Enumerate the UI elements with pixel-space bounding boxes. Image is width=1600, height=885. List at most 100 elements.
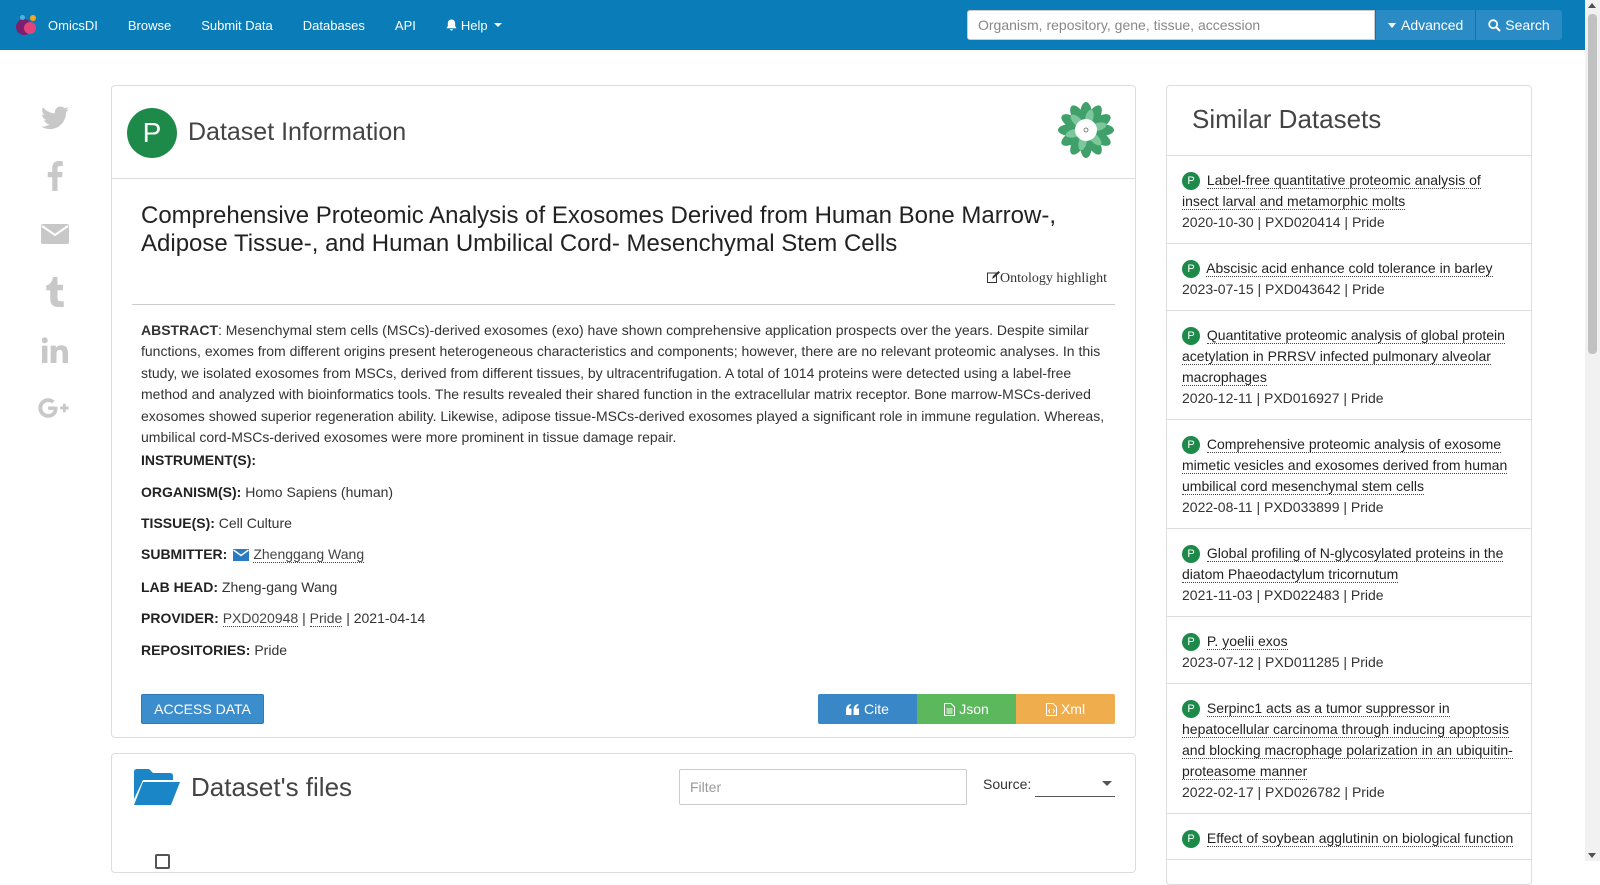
search-input[interactable]	[967, 10, 1375, 40]
file-code-icon	[1045, 702, 1057, 716]
similar-item-link[interactable]: Label-free quantitative proteomic analys…	[1182, 172, 1481, 210]
repositories-label: REPOSITORIES:	[141, 642, 251, 658]
similar-item-meta: 2022-08-11 | PXD033899 | Pride	[1182, 499, 1384, 515]
similar-item-link[interactable]: Global profiling of N-glycosylated prote…	[1182, 545, 1504, 583]
scroll-down-arrow-icon[interactable]	[1588, 853, 1596, 858]
chevron-down-icon	[1102, 781, 1112, 786]
xml-button[interactable]: Xml	[1016, 694, 1115, 724]
linkedin-icon[interactable]	[38, 330, 72, 370]
select-all-checkbox[interactable]	[155, 854, 170, 869]
search-bar: Advanced Search	[967, 10, 1562, 40]
cite-button[interactable]: Cite	[818, 694, 917, 724]
bell-icon	[446, 19, 457, 31]
source-select[interactable]	[1035, 771, 1115, 797]
email-icon[interactable]	[38, 214, 72, 254]
instrument-label: INSTRUMENT(S):	[141, 452, 257, 468]
similar-item: P Effect of soybean agglutinin on biolog…	[1167, 814, 1531, 860]
repository-badge: P	[1182, 700, 1200, 719]
json-button[interactable]: Json	[917, 694, 1016, 724]
similar-item: P Abscisic acid enhance cold tolerance i…	[1167, 244, 1531, 311]
repository-badge: P	[1182, 436, 1200, 455]
top-navbar: OmicsDI Browse Submit Data Databases API…	[0, 0, 1585, 50]
tissue-label: TISSUE(S):	[141, 515, 215, 531]
similar-item-meta: 2023-07-12 | PXD011285 | Pride	[1182, 654, 1384, 670]
scrollbar-thumb[interactable]	[1588, 14, 1597, 354]
chevron-down-icon	[493, 23, 502, 27]
cite-label: Cite	[864, 701, 889, 717]
similar-list: P Label-free quantitative proteomic anal…	[1167, 156, 1531, 860]
lab-head-label: LAB HEAD:	[141, 579, 218, 595]
search-icon	[1488, 18, 1501, 32]
abstract-label: ABSTRACT	[141, 322, 218, 338]
nav-databases[interactable]: Databases	[303, 18, 365, 33]
provider-accession-link[interactable]: PXD020948	[222, 610, 299, 627]
twitter-icon[interactable]	[38, 98, 72, 138]
panel-title: Dataset Information	[188, 118, 407, 146]
flower-badge-icon	[1058, 102, 1114, 158]
title-divider	[132, 304, 1115, 305]
similar-item-link[interactable]: P. yoelii exos	[1206, 633, 1288, 650]
source-label: Source:	[983, 776, 1032, 792]
similar-item-link[interactable]: Comprehensive proteomic analysis of exos…	[1182, 436, 1508, 495]
edit-icon	[987, 271, 1001, 283]
submitter-label: SUBMITTER:	[141, 546, 228, 562]
access-data-button[interactable]: ACCESS DATA	[141, 694, 264, 724]
repository-badge: P	[1182, 633, 1200, 652]
separator: |	[346, 610, 350, 626]
omicsdi-logo-icon	[14, 13, 40, 37]
search-label: Search	[1505, 17, 1550, 33]
dataset-files-panel: Dataset's files Source:	[111, 753, 1136, 873]
ontology-label: Ontology highlight	[1000, 271, 1107, 286]
folder-open-icon	[134, 769, 180, 805]
provider-date: 2021-04-14	[353, 610, 426, 626]
repository-badge: P	[1182, 327, 1200, 346]
page-scrollbar[interactable]	[1585, 0, 1600, 861]
help-label: Help	[460, 17, 488, 33]
provider-field: PROVIDER: PXD020948 | Pride | 2021-04-14	[141, 610, 426, 627]
repositories-field: REPOSITORIES: Pride	[141, 642, 287, 658]
ontology-highlight-toggle[interactable]: Ontology highlight	[987, 271, 1107, 287]
export-button-group: Cite Json Xml	[818, 694, 1115, 724]
brand-name: OmicsDI	[48, 17, 98, 33]
nav-api[interactable]: API	[395, 18, 416, 33]
search-button[interactable]: Search	[1475, 10, 1562, 40]
tissue-field: TISSUE(S): Cell Culture	[141, 515, 292, 531]
facebook-icon[interactable]	[38, 156, 72, 196]
brand[interactable]: OmicsDI	[14, 13, 98, 37]
repository-badge: P	[1182, 172, 1200, 191]
similar-item: P Comprehensive proteomic analysis of ex…	[1167, 420, 1531, 529]
similar-item: P P. yoelii exos 2023-07-12 | PXD011285 |…	[1167, 617, 1531, 684]
similar-item: P Serpinc1 acts as a tumor suppressor in…	[1167, 684, 1531, 814]
lab-head-field: LAB HEAD: Zheng-gang Wang	[141, 579, 337, 595]
submitter-link[interactable]: Zhenggang Wang	[253, 546, 365, 563]
similar-item-link[interactable]: Abscisic acid enhance cold tolerance in …	[1206, 260, 1493, 277]
nav-browse[interactable]: Browse	[128, 18, 171, 33]
abstract: ABSTRACT: Mesenchymal stem cells (MSCs)-…	[141, 320, 1106, 448]
caret-down-icon	[1388, 22, 1396, 28]
similar-item-link[interactable]: Quantitative proteomic analysis of globa…	[1182, 327, 1505, 386]
similar-datasets-panel: Similar Datasets P Label-free quantitati…	[1166, 85, 1532, 885]
nav-help[interactable]: Help	[446, 18, 502, 33]
similar-item: P Global profiling of N-glycosylated pro…	[1167, 529, 1531, 617]
dataset-information-panel: P Dataset Information Comprehensive Prot…	[111, 85, 1136, 738]
nav-submit-data[interactable]: Submit Data	[201, 18, 273, 33]
similar-item-meta: 2023-07-15 | PXD043642 | Pride	[1182, 281, 1385, 297]
similar-item-meta: 2021-11-03 | PXD022483 | Pride	[1182, 587, 1384, 603]
google-plus-icon[interactable]	[38, 388, 72, 428]
json-label: Json	[959, 701, 989, 717]
similar-item-link[interactable]: Effect of soybean agglutinin on biologic…	[1206, 830, 1514, 847]
advanced-search-button[interactable]: Advanced	[1375, 10, 1476, 40]
organism-field: ORGANISM(S): Homo Sapiens (human)	[141, 484, 393, 500]
instrument-field: INSTRUMENT(S):	[141, 452, 256, 468]
repositories-value: Pride	[254, 642, 288, 658]
similar-item-meta: 2020-10-30 | PXD020414 | Pride	[1182, 214, 1385, 230]
tumblr-icon[interactable]	[38, 272, 72, 312]
files-filter-input[interactable]	[679, 769, 967, 805]
provider-repository-link[interactable]: Pride	[309, 610, 343, 627]
repository-badge: P	[1182, 830, 1200, 849]
quote-icon	[846, 703, 860, 715]
similar-item-link[interactable]: Serpinc1 acts as a tumor suppressor in h…	[1182, 700, 1513, 780]
scroll-up-arrow-icon[interactable]	[1588, 3, 1596, 8]
lab-head-value: Zheng-gang Wang	[221, 579, 338, 595]
similar-item-meta: 2022-02-17 | PXD026782 | Pride	[1182, 784, 1385, 800]
